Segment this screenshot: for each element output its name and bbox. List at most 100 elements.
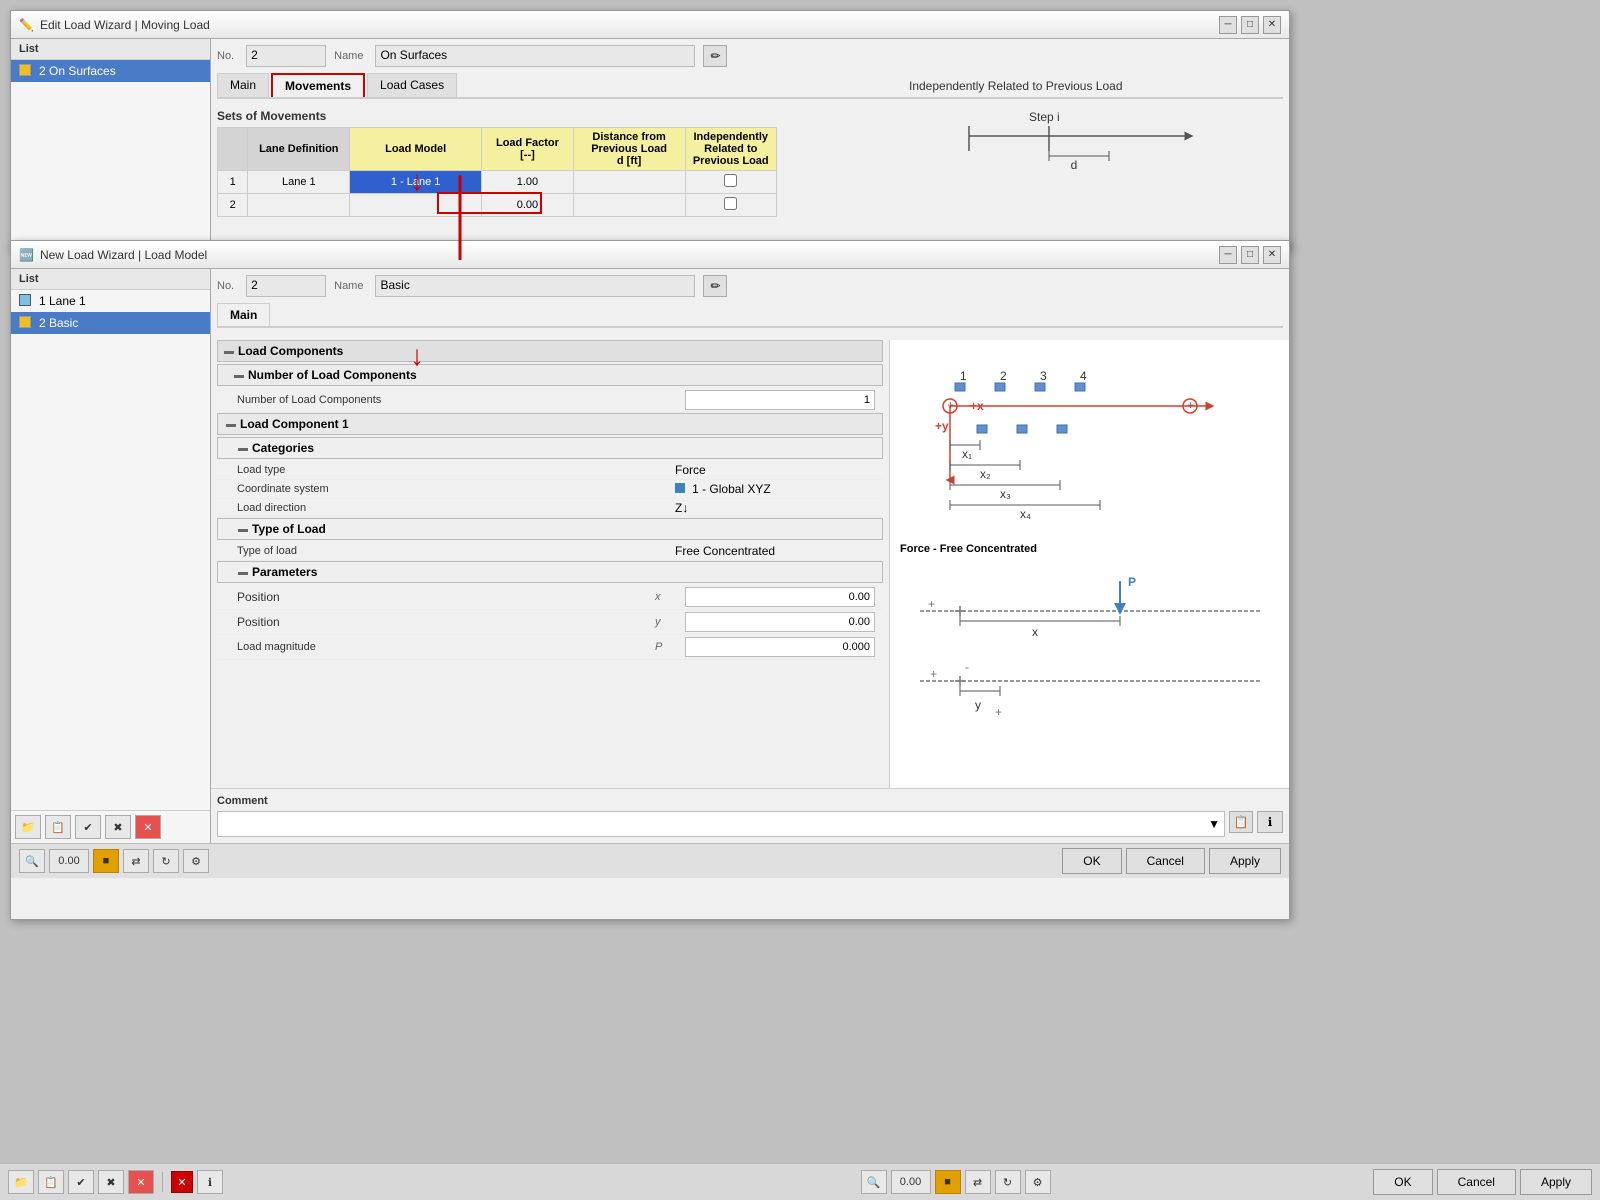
top-maximize-button[interactable]: □ <box>1241 16 1259 34</box>
global-toolbar-check[interactable]: ✔ <box>68 1170 94 1194</box>
toolbar-zero[interactable]: 0.00 <box>49 849 89 873</box>
position-y-input[interactable] <box>685 612 875 632</box>
global-toolbar-info[interactable]: ℹ <box>197 1170 223 1194</box>
bottom-no-field: 2 <box>246 275 326 297</box>
bottom-no-value: 2 <box>251 278 258 292</box>
cancel-button-main[interactable]: Cancel <box>1126 848 1205 874</box>
edit-load-wizard-window: ✏️ Edit Load Wizard | Moving Load ─ □ ✕ … <box>10 10 1290 250</box>
comment-dropdown-arrow[interactable]: ▼ <box>1208 817 1220 831</box>
col-load-factor: Load Factor[--] <box>482 128 573 171</box>
type-of-load-title: Type of Load <box>252 522 326 536</box>
global-toolbar-add[interactable]: 📁 <box>8 1170 34 1194</box>
global-toolbar-copy[interactable]: 📋 <box>38 1170 64 1194</box>
svg-text:x₁: x₁ <box>962 447 972 461</box>
col-no <box>218 128 248 171</box>
copy-item-button[interactable]: 📋 <box>45 815 71 839</box>
comment-edit-button[interactable]: 📋 <box>1229 811 1253 833</box>
col-distance: Distance fromPrevious Loadd [ft] <box>573 128 685 171</box>
bottom-maximize-button[interactable]: □ <box>1241 246 1259 264</box>
position-y-value <box>675 612 875 632</box>
global-toolbar-delete[interactable]: ✕ <box>128 1170 154 1194</box>
load-type-row: Load type Force <box>217 461 883 480</box>
lane1-label: 1 Lane 1 <box>39 294 86 308</box>
ok-button-global[interactable]: OK <box>1373 1169 1432 1195</box>
bottom-minimize-button[interactable]: ─ <box>1219 246 1237 264</box>
apply-button-global[interactable]: Apply <box>1520 1169 1592 1195</box>
svg-text:+y: +y <box>935 419 949 433</box>
tree-icon-comp1[interactable]: ▬ <box>226 419 236 430</box>
bottom-list-label: List <box>11 269 210 290</box>
row2-load-factor: 0.00 <box>482 194 573 217</box>
cross-button[interactable]: ✖ <box>105 815 131 839</box>
svg-text:+: + <box>995 705 1002 719</box>
global-toolbar-yellow2[interactable]: ■ <box>935 1170 961 1194</box>
row2-independent[interactable] <box>685 194 777 217</box>
global-toolbar-arrows2[interactable]: ⇄ <box>965 1170 991 1194</box>
type-of-load-label: Type of load <box>237 545 675 557</box>
bottom-window-title-area: 🆕 New Load Wizard | Load Model <box>19 248 207 262</box>
toolbar-settings[interactable]: ⚙ <box>183 849 209 873</box>
add-item-button[interactable]: 📁 <box>15 815 41 839</box>
bottom-list-item-basic[interactable]: 2 Basic <box>11 312 210 334</box>
svg-text:-: - <box>965 660 969 674</box>
load-mag-input[interactable] <box>685 637 875 657</box>
row1-independent[interactable] <box>685 171 777 194</box>
global-toolbar-cross[interactable]: ✖ <box>98 1170 124 1194</box>
cancel-button-global[interactable]: Cancel <box>1437 1169 1516 1195</box>
toolbar-yellow-sq[interactable]: ■ <box>93 849 119 873</box>
top-minimize-button[interactable]: ─ <box>1219 16 1237 34</box>
global-toolbar-zero2[interactable]: 0.00 <box>891 1170 931 1194</box>
global-bottom-toolbar: 📁 📋 ✔ ✖ ✕ ✕ ℹ 🔍 0.00 ■ ⇄ ↻ ⚙ OK Cancel A… <box>0 1162 1600 1200</box>
tree-icon-num[interactable]: ▬ <box>234 370 244 381</box>
top-list-item-on-surfaces[interactable]: 2 On Surfaces <box>11 60 210 82</box>
row2-distance <box>573 194 685 217</box>
svg-text:+: + <box>1187 398 1194 412</box>
row1-lane-def: Lane 1 <box>248 171 350 194</box>
force-diagram-title: Force - Free Concentrated <box>900 543 1279 555</box>
comment-input-field[interactable]: ▼ <box>217 811 1225 837</box>
position-x-input[interactable] <box>685 587 875 607</box>
svg-text:P: P <box>1128 575 1136 589</box>
bottom-close-button[interactable]: ✕ <box>1263 246 1281 264</box>
global-toolbar-search2[interactable]: 🔍 <box>861 1170 887 1194</box>
top-close-button[interactable]: ✕ <box>1263 16 1281 34</box>
tab-load-cases[interactable]: Load Cases <box>367 73 457 97</box>
number-of-components-input[interactable] <box>685 390 875 410</box>
delete-button[interactable]: ✕ <box>135 815 161 839</box>
bottom-list-item-lane1[interactable]: 1 Lane 1 <box>11 290 210 312</box>
tab-movements[interactable]: Movements <box>271 73 365 97</box>
bottom-toolbar-main: 🔍 0.00 ■ ⇄ ↻ ⚙ OK Cancel Apply <box>11 843 1289 878</box>
toolbar-search[interactable]: 🔍 <box>19 849 45 873</box>
apply-button-main[interactable]: Apply <box>1209 848 1281 874</box>
top-no-value: 2 <box>251 48 258 62</box>
check-button[interactable]: ✔ <box>75 815 101 839</box>
position-x-value <box>675 587 875 607</box>
bottom-window-icon: 🆕 <box>19 248 34 262</box>
bottom-edit-button[interactable]: ✏ <box>703 275 727 297</box>
parameters-header: ▬ Parameters <box>217 561 883 583</box>
ok-button-main[interactable]: OK <box>1062 848 1121 874</box>
row2-independent-checkbox[interactable] <box>724 197 737 210</box>
tab-main-top[interactable]: Main <box>217 73 269 97</box>
bottom-window-title: New Load Wizard | Load Model <box>40 248 207 262</box>
tree-icon-load-comp[interactable]: ▬ <box>224 346 234 357</box>
row1-load-model[interactable]: 1 - Lane 1 <box>350 171 482 194</box>
svg-text:x₄: x₄ <box>1020 507 1031 521</box>
tab-main-bottom[interactable]: Main <box>217 303 270 326</box>
global-toolbar-red-icon[interactable]: ✕ <box>171 1171 193 1193</box>
load-positions-diagram: 1 2 3 4 +x <box>900 350 1279 533</box>
comment-info-button[interactable]: ℹ <box>1257 811 1283 833</box>
top-edit-button[interactable]: ✏ <box>703 45 727 67</box>
top-window-titlebar: ✏️ Edit Load Wizard | Moving Load ─ □ ✕ <box>11 11 1289 39</box>
tree-icon-cat[interactable]: ▬ <box>238 443 248 454</box>
bottom-no-name-row: No. 2 Name Basic ✏ <box>217 275 1283 297</box>
global-toolbar-rotate2[interactable]: ↻ <box>995 1170 1021 1194</box>
toolbar-rotate[interactable]: ↻ <box>153 849 179 873</box>
toolbar-arrows[interactable]: ⇄ <box>123 849 149 873</box>
row1-independent-checkbox[interactable] <box>724 174 737 187</box>
tree-icon-params[interactable]: ▬ <box>238 567 248 578</box>
bottom-name-label: Name <box>334 280 363 292</box>
bottom-left-panel: List 1 Lane 1 2 Basic 📁 📋 ✔ ✖ ✕ <box>11 269 211 843</box>
tree-icon-type[interactable]: ▬ <box>238 524 248 535</box>
global-toolbar-settings2[interactable]: ⚙ <box>1025 1170 1051 1194</box>
